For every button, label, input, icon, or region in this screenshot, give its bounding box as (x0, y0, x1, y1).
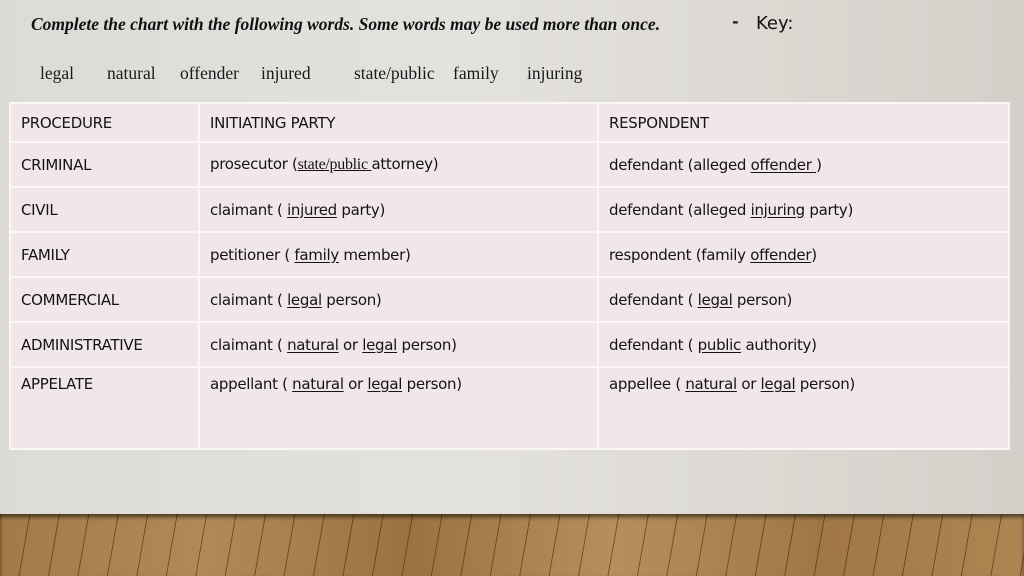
filled-blank: legal (697, 290, 733, 309)
initiating-party-cell: appellant ( natural or legal person) (198, 366, 599, 450)
header-respondent: RESPONDENT (597, 102, 1010, 143)
wood-floor-decoration (0, 514, 1024, 576)
cell-text: authority) (741, 335, 817, 354)
table-row: COMMERCIAL claimant ( legal person) defend… (9, 276, 1010, 323)
procedure-cell: APPELATE (9, 366, 200, 450)
procedure-cell: CIVIL (9, 186, 200, 233)
table-header-row: PROCEDURE INITIATING PARTY RESPONDENT (9, 102, 1010, 143)
procedure-cell: CRIMINAL (9, 141, 200, 188)
respondent-cell: defendant ( legal person) (597, 276, 1010, 323)
procedure-cell: FAMILY (9, 231, 200, 278)
cell-text: appellant ( (210, 375, 293, 393)
separator-dash: - (732, 12, 739, 31)
initiating-party-cell: prosecutor (state/public attorney) (198, 141, 599, 188)
cell-text: defendant ( (609, 290, 698, 309)
cell-text: respondent (family (609, 245, 751, 264)
respondent-cell: appellee ( natural or legal person) (597, 366, 1010, 450)
initiating-party-cell: claimant ( legal person) (198, 276, 599, 323)
filled-blank: legal (287, 290, 322, 309)
filled-blank: injured (287, 200, 337, 219)
table-row: CRIMINAL prosecutor (state/public attorne… (9, 141, 1010, 188)
procedure-chart: PROCEDURE INITIATING PARTY RESPONDENT CR… (9, 102, 1010, 450)
instructions-text: Complete the chart with the following wo… (31, 14, 661, 34)
cell-text: person) (732, 290, 793, 309)
cell-text: appellee ( (609, 375, 686, 393)
cell-text: party) (804, 200, 854, 219)
cell-text: or (343, 375, 368, 393)
cell-text: ) (811, 245, 817, 264)
cell-text: claimant ( (210, 200, 288, 219)
cell-text: defendant (alleged (609, 200, 751, 219)
cell-text: or (338, 335, 363, 354)
header-initiating-party: INITIATING PARTY (198, 102, 599, 143)
table-row: CIVIL claimant ( injured party) defendant … (9, 186, 1010, 233)
filled-blank: legal (367, 375, 403, 393)
cell-text: member) (338, 245, 411, 264)
respondent-cell: defendant ( public authority) (597, 321, 1010, 368)
cell-text: petitioner ( (210, 245, 295, 264)
initiating-party-cell: petitioner ( family member) (198, 231, 599, 278)
initiating-party-cell: claimant ( natural or legal person) (198, 321, 599, 368)
cell-text: defendant ( (609, 335, 698, 354)
cell-text: person) (402, 375, 462, 393)
filled-blank: legal (760, 375, 796, 393)
key-label: Key: (756, 13, 794, 34)
table-row: ADMINISTRATIVE claimant ( natural or lega… (9, 321, 1010, 368)
filled-blank: natural (287, 335, 339, 354)
filled-blank: natural (685, 375, 737, 393)
cell-text: prosecutor ( (210, 155, 298, 173)
word-bank-item: natural (107, 63, 156, 83)
header-procedure: PROCEDURE (9, 102, 200, 143)
table-row: APPELATE appellant ( natural or legal per… (9, 366, 1010, 450)
cell-text: claimant ( (210, 335, 288, 354)
cell-text: person) (795, 375, 855, 393)
word-bank-item: legal (40, 63, 75, 83)
filled-blank: family (294, 245, 339, 264)
word-bank: legal natural offender injured state/pub… (0, 63, 1024, 87)
respondent-cell: defendant (alleged offender ) (597, 141, 1010, 188)
filled-blank: legal (362, 335, 398, 354)
cell-text: person) (321, 290, 382, 309)
word-bank-item: injured (261, 63, 311, 83)
filled-blank: public (697, 335, 742, 354)
initiating-party-cell: claimant ( injured party) (198, 186, 599, 233)
table-row: FAMILY petitioner ( family member) respond… (9, 231, 1010, 278)
cell-text: or (736, 375, 761, 393)
procedure-cell: ADMINISTRATIVE (9, 321, 200, 368)
cell-text: defendant (alleged (609, 155, 751, 174)
word-bank-item: family (453, 63, 499, 83)
filled-blank: offender (750, 155, 817, 174)
procedure-cell: COMMERCIAL (9, 276, 200, 323)
cell-text: party) (336, 200, 386, 219)
filled-blank: offender (750, 245, 812, 264)
cell-text: person) (397, 335, 457, 354)
respondent-cell: defendant (alleged injuring party) (597, 186, 1010, 233)
cell-text: attorney) (371, 155, 439, 173)
respondent-cell: respondent (family offender) (597, 231, 1010, 278)
word-bank-item: state/public (354, 63, 435, 83)
filled-blank: state/public (297, 156, 372, 173)
word-bank-item: offender (180, 63, 239, 83)
filled-blank: injuring (750, 200, 806, 219)
word-bank-item: injuring (527, 63, 583, 83)
filled-blank: natural (292, 375, 344, 393)
cell-text: ) (816, 155, 822, 174)
cell-text: claimant ( (210, 290, 288, 309)
